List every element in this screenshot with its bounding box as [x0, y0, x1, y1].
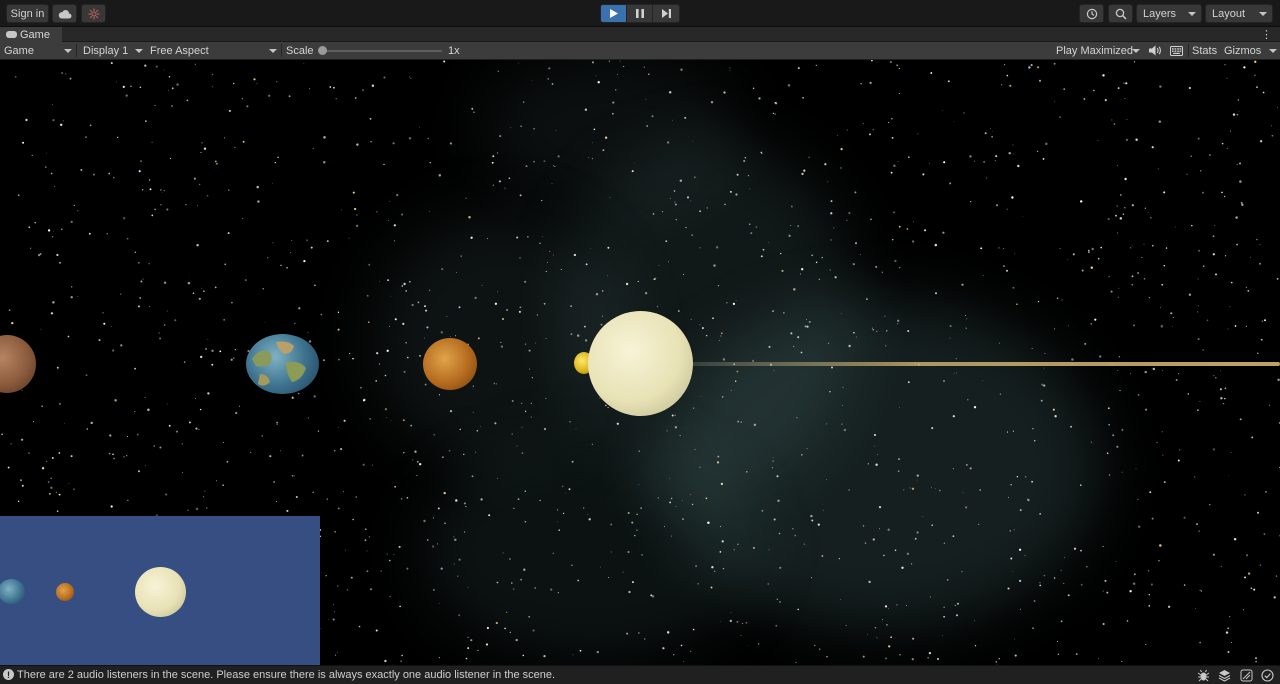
chevron-down-icon: [135, 49, 143, 53]
play-controls: [600, 4, 680, 23]
collab-button[interactable]: [81, 4, 106, 23]
check-circle-icon[interactable]: [1261, 669, 1274, 682]
continents-graphic: [252, 341, 306, 386]
aspect-dropdown[interactable]: Free Aspect: [146, 42, 280, 59]
keyboard-shortcuts-button[interactable]: [1166, 42, 1188, 59]
pause-button[interactable]: [627, 5, 653, 22]
gizmos-label: Gizmos: [1224, 44, 1262, 57]
step-button[interactable]: [653, 5, 679, 22]
display-dropdown[interactable]: Display 1: [79, 42, 146, 59]
search-button[interactable]: [1108, 4, 1133, 23]
keyboard-icon: [1170, 45, 1183, 56]
console-message[interactable]: There are 2 audio listeners in the scene…: [17, 669, 555, 681]
speaker-icon: [1149, 45, 1161, 56]
chevron-down-icon: [1259, 12, 1267, 16]
layout-label: Layout: [1212, 7, 1246, 20]
step-icon: [661, 9, 671, 18]
view-dropdown[interactable]: Game: [0, 42, 75, 59]
aspect-label: Free Aspect: [150, 44, 209, 57]
gamepad-icon: [6, 31, 17, 38]
chevron-down-icon: [1132, 49, 1140, 53]
sign-in-button[interactable]: Sign in: [6, 4, 49, 23]
play-icon: [609, 9, 618, 18]
window-tab-bar: Game ⋮: [0, 27, 1280, 42]
chevron-down-icon: [1188, 12, 1196, 16]
pause-icon: [635, 9, 644, 18]
warning-icon: !: [3, 669, 14, 680]
scale-slider-handle[interactable]: [318, 46, 327, 55]
tab-label: Game: [20, 28, 50, 41]
status-bar: ! There are 2 audio listeners in the sce…: [0, 665, 1280, 684]
mute-audio-button[interactable]: [1145, 42, 1165, 59]
layers-label: Layers: [1143, 7, 1177, 20]
history-button[interactable]: [1079, 4, 1104, 23]
collab-icon: [88, 8, 99, 19]
debug-bug-icon[interactable]: [1197, 669, 1210, 682]
cloud-button[interactable]: [52, 4, 77, 23]
tab-game[interactable]: Game: [0, 27, 62, 42]
stats-button[interactable]: Stats: [1188, 42, 1220, 59]
play-mode-dropdown[interactable]: Play Maximized: [1052, 42, 1143, 59]
planet-earth: [246, 334, 319, 394]
search-icon: [1115, 8, 1127, 20]
view-label: Game: [4, 44, 34, 57]
display-label: Display 1: [83, 44, 129, 57]
chevron-down-icon: [1269, 49, 1277, 53]
minimap-view: [0, 516, 320, 665]
scale-value: 1x: [448, 44, 460, 57]
network-icon[interactable]: [1240, 669, 1253, 682]
play-button[interactable]: [601, 5, 627, 22]
play-mode-label: Play Maximized: [1056, 44, 1134, 57]
main-toolbar: Sign in Layers Layout: [0, 0, 1280, 27]
scale-slider-track[interactable]: [322, 50, 442, 52]
minimap-planet-earth: [0, 579, 25, 604]
history-icon: [1086, 8, 1097, 19]
sun: [588, 311, 693, 416]
layers-stack-icon[interactable]: [1218, 669, 1231, 682]
gizmos-dropdown[interactable]: Gizmos: [1220, 42, 1280, 59]
chevron-down-icon: [64, 49, 72, 53]
minimap-planet-venus: [56, 583, 74, 601]
layers-dropdown[interactable]: Layers: [1136, 4, 1202, 23]
scale-label: Scale: [286, 44, 314, 57]
layout-dropdown[interactable]: Layout: [1205, 4, 1273, 23]
game-viewport[interactable]: [0, 60, 1280, 665]
minimap-sun: [135, 567, 186, 617]
more-options-icon[interactable]: ⋮: [1261, 28, 1272, 41]
chevron-down-icon: [269, 49, 277, 53]
divider: [76, 44, 77, 57]
planet-venus: [423, 338, 477, 390]
orbit-trail: [690, 362, 1280, 366]
game-view-toolbar: Game Display 1 Free Aspect Scale 1x Play…: [0, 42, 1280, 60]
cloud-icon: [58, 9, 71, 18]
